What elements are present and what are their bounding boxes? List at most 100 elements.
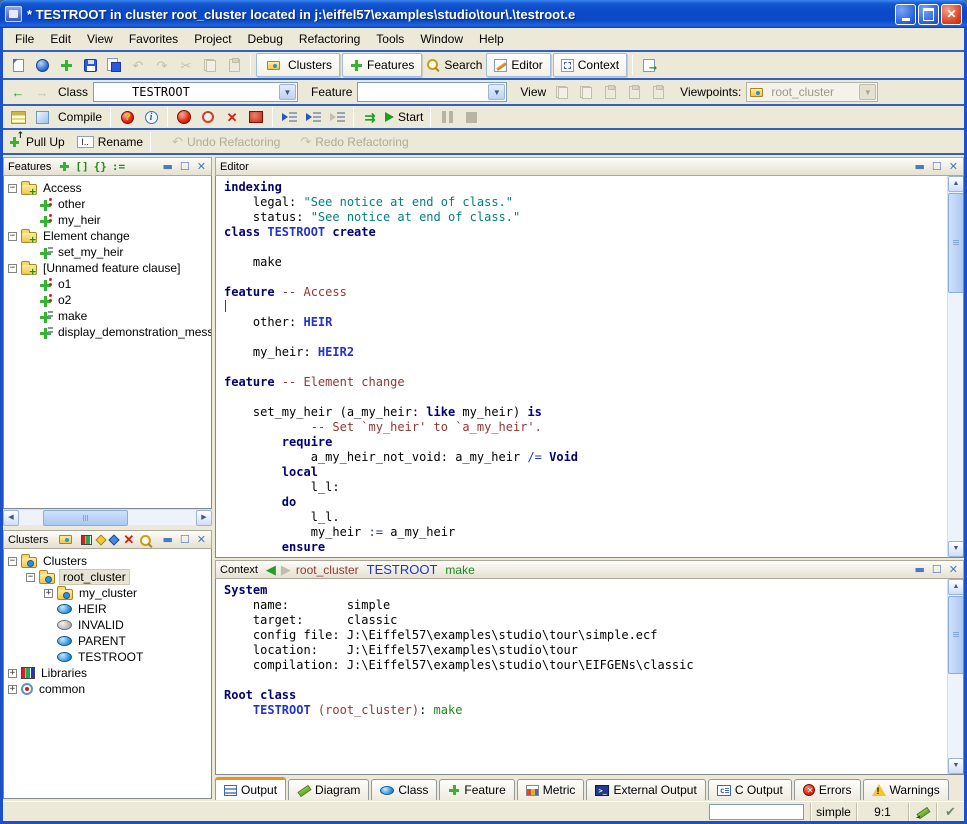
tree-expander-icon[interactable]: − — [8, 557, 17, 566]
menu-window[interactable]: Window — [412, 30, 471, 48]
chevron-down-icon[interactable]: ▼ — [488, 84, 505, 100]
cut-button[interactable]: ✂ — [175, 54, 197, 76]
menu-debug[interactable]: Debug — [240, 30, 291, 48]
scrollbar-thumb[interactable] — [43, 510, 128, 526]
tree-item-access[interactable]: −Access — [4, 180, 211, 196]
tree-item-o2[interactable]: o2 — [4, 292, 211, 308]
tab-output[interactable]: Output — [215, 777, 286, 800]
tree-item-my-cluster[interactable]: +my_cluster — [4, 585, 211, 601]
context-forward-icon[interactable]: ▶ — [281, 563, 291, 576]
close-button[interactable]: ✕ — [941, 4, 962, 25]
feature-combobox[interactable]: ▼ — [357, 82, 507, 102]
tree-item-common[interactable]: +common — [4, 681, 211, 697]
features-horizontal-scrollbar[interactable]: ◀ ▶ — [3, 509, 212, 525]
redo-button[interactable]: ↷ — [151, 54, 173, 76]
tree-item-clusters[interactable]: −Clusters — [4, 553, 211, 569]
scroll-down-icon[interactable]: ▼ — [948, 758, 964, 774]
enable-breakpoints-button[interactable] — [173, 106, 195, 128]
step-into-button[interactable] — [278, 106, 300, 128]
breadcrumb-cluster[interactable]: root_cluster — [296, 563, 359, 577]
status-editable-cell[interactable] — [908, 803, 936, 821]
remove-breakpoints-button[interactable]: ✕ — [221, 106, 243, 128]
view-clickable-button[interactable] — [575, 81, 597, 103]
scrollbar-thumb[interactable] — [948, 193, 964, 293]
debug-tool-button[interactable] — [245, 106, 267, 128]
stop-button[interactable] — [460, 106, 482, 128]
tree-expander-icon[interactable]: − — [8, 232, 17, 241]
scroll-up-icon[interactable]: ▲ — [948, 579, 964, 595]
tree-item-testroot[interactable]: TESTROOT — [4, 649, 211, 665]
menu-refactoring[interactable]: Refactoring — [291, 30, 368, 48]
context-back-icon[interactable]: ◀ — [266, 563, 276, 576]
tree-item-other[interactable]: other — [4, 196, 211, 212]
status-readonly-cell[interactable]: ✔ — [936, 803, 964, 821]
scroll-right-icon[interactable]: ▶ — [196, 510, 212, 526]
tree-item-element-change[interactable]: −Element change — [4, 228, 211, 244]
features-tool-button[interactable]: Features — [342, 53, 422, 77]
class-combobox[interactable]: TESTROOT ▼ — [93, 82, 298, 102]
context-tool-button[interactable]: Context — [553, 53, 627, 77]
tree-item-libraries[interactable]: +Libraries — [4, 665, 211, 681]
view-flat-button[interactable] — [599, 81, 621, 103]
tree-expander-icon[interactable]: − — [26, 573, 35, 582]
view-basic-button[interactable] — [551, 81, 573, 103]
tree-item-root-cluster[interactable]: −root_cluster — [4, 569, 211, 585]
menu-project[interactable]: Project — [186, 30, 239, 48]
view-interface-button[interactable] — [647, 81, 669, 103]
panel-close-icon[interactable]: ✕ — [948, 161, 959, 172]
panel-close-icon[interactable]: ✕ — [196, 534, 207, 545]
menu-help[interactable]: Help — [471, 30, 512, 48]
tree-item-heir[interactable]: HEIR — [4, 601, 211, 617]
tree-item-set-my-heir[interactable]: set_my_heir — [4, 244, 211, 260]
tab-warnings[interactable]: Warnings — [863, 779, 949, 800]
menu-tools[interactable]: Tools — [368, 30, 412, 48]
start-button[interactable]: Start — [383, 106, 425, 128]
tree-item-invalid[interactable]: INVALID — [4, 617, 211, 633]
assigner-icon[interactable]: := — [112, 161, 125, 172]
panel-maximize-icon[interactable]: ☐ — [179, 161, 191, 172]
viewpoints-combobox[interactable]: root_cluster ▼ — [746, 82, 878, 102]
run-to-cursor-button[interactable]: ⇉ — [359, 106, 381, 128]
project-settings-button[interactable] — [7, 106, 29, 128]
menu-favorites[interactable]: Favorites — [121, 30, 186, 48]
status-search-input[interactable] — [709, 804, 804, 820]
tab-external-output[interactable]: External Output — [586, 779, 705, 800]
tab-diagram[interactable]: Diagram — [288, 779, 369, 800]
tab-errors[interactable]: Errors — [794, 779, 861, 800]
alias-braces-icon[interactable]: {} — [94, 161, 107, 172]
editor-body[interactable]: indexing legal: "See notice at end of cl… — [215, 176, 964, 558]
tree-expander-icon[interactable]: + — [8, 669, 17, 678]
context-output[interactable]: System name: simple target: classic conf… — [216, 579, 947, 774]
tab-class[interactable]: Class — [371, 779, 437, 800]
system-info-button[interactable] — [140, 106, 162, 128]
context-vertical-scrollbar[interactable]: ▲ ▼ — [947, 579, 963, 774]
external-commands-button[interactable] — [638, 54, 660, 76]
chevron-down-icon[interactable]: ▼ — [279, 84, 296, 100]
add-class-button[interactable] — [55, 54, 77, 76]
tab-metric[interactable]: Metric — [517, 779, 585, 800]
disable-breakpoints-button[interactable] — [197, 106, 219, 128]
scroll-left-icon[interactable]: ◀ — [3, 510, 19, 526]
editor-tool-button[interactable]: Editor — [486, 53, 550, 77]
undo-refactoring-button[interactable]: ↶Undo Refactoring — [170, 131, 282, 153]
add-cluster-icon[interactable] — [59, 535, 72, 544]
new-feature-icon[interactable] — [59, 161, 70, 172]
panel-minimize-icon[interactable]: ▬ — [162, 161, 174, 172]
scrollbar-thumb[interactable] — [948, 596, 964, 674]
new-button[interactable] — [7, 54, 29, 76]
step-out-button[interactable] — [326, 106, 348, 128]
scroll-down-icon[interactable]: ▼ — [948, 541, 964, 557]
key-yellow-icon[interactable] — [96, 534, 107, 545]
tree-item-o1[interactable]: o1 — [4, 276, 211, 292]
editor-vertical-scrollbar[interactable]: ▲ ▼ — [947, 176, 963, 557]
menu-edit[interactable]: Edit — [42, 30, 79, 48]
step-over-button[interactable] — [302, 106, 324, 128]
panel-minimize-icon[interactable]: ▬ — [914, 161, 926, 172]
pause-button[interactable] — [436, 106, 458, 128]
back-button[interactable]: ← — [7, 81, 29, 103]
editor-code[interactable]: indexing legal: "See notice at end of cl… — [216, 176, 947, 557]
panel-maximize-icon[interactable]: ☐ — [931, 161, 943, 172]
menu-file[interactable]: File — [7, 30, 42, 48]
save-button[interactable] — [79, 54, 101, 76]
find-icon[interactable] — [139, 534, 151, 546]
